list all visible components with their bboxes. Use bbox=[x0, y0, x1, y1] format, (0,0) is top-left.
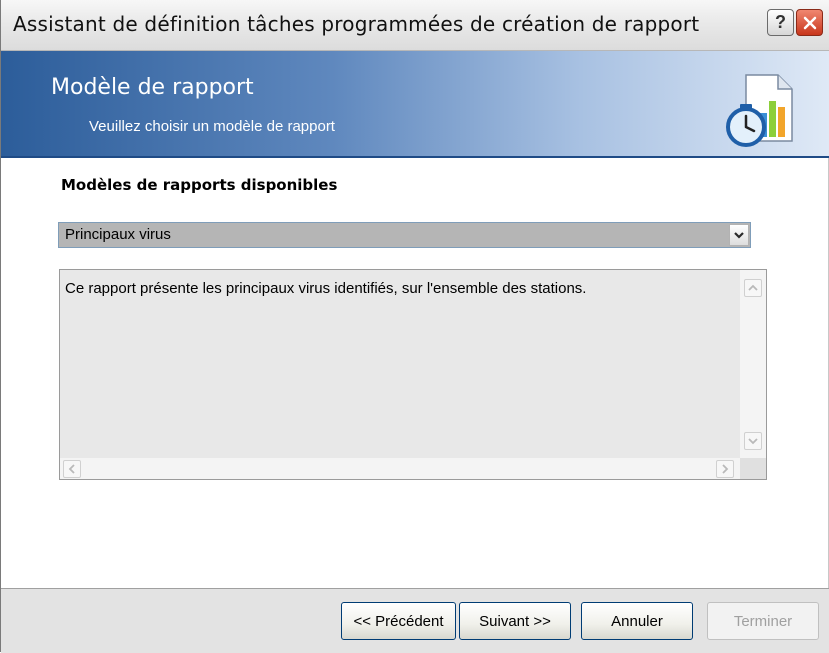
description-text-area: Ce rapport présente les principaux virus… bbox=[60, 270, 740, 458]
next-button[interactable]: Suivant >> bbox=[459, 602, 571, 640]
header-banner: Modèle de rapport Veuillez choisir un mo… bbox=[1, 51, 829, 158]
scroll-up-button[interactable] bbox=[744, 279, 762, 297]
horizontal-scrollbar[interactable] bbox=[60, 458, 740, 479]
chevron-right-icon bbox=[722, 464, 729, 474]
wizard-window: Assistant de définition tâches programmé… bbox=[0, 0, 829, 653]
cancel-button[interactable]: Annuler bbox=[581, 602, 693, 640]
page-title: Modèle de rapport bbox=[51, 75, 254, 100]
chevron-left-icon bbox=[68, 464, 75, 474]
scroll-right-button[interactable] bbox=[716, 460, 734, 478]
report-description[interactable]: Ce rapport présente les principaux virus… bbox=[59, 269, 767, 480]
scroll-left-button[interactable] bbox=[63, 460, 81, 478]
close-icon bbox=[803, 16, 816, 29]
chevron-up-icon bbox=[748, 284, 758, 291]
help-button[interactable]: ? bbox=[767, 9, 794, 36]
window-title: Assistant de définition tâches programmé… bbox=[13, 12, 700, 36]
help-icon: ? bbox=[775, 12, 786, 32]
dropdown-button[interactable] bbox=[729, 224, 749, 246]
page-subtitle: Veuillez choisir un modèle de rapport bbox=[89, 118, 335, 135]
description-text: Ce rapport présente les principaux virus… bbox=[65, 280, 587, 297]
scroll-down-button[interactable] bbox=[744, 432, 762, 450]
vertical-scrollbar[interactable] bbox=[740, 270, 766, 458]
finish-button[interactable]: Terminer bbox=[707, 602, 819, 640]
scheduled-report-icon bbox=[726, 74, 793, 147]
close-button[interactable] bbox=[796, 9, 823, 36]
templates-label: Modèles de rapports disponibles bbox=[61, 176, 338, 194]
selected-template: Principaux virus bbox=[65, 226, 171, 243]
button-bar: << Précédent Suivant >> Annuler Terminer bbox=[1, 588, 829, 653]
chevron-down-icon bbox=[734, 232, 744, 239]
chevron-down-icon bbox=[748, 438, 758, 445]
previous-button[interactable]: << Précédent bbox=[341, 602, 456, 640]
title-bar[interactable]: Assistant de définition tâches programmé… bbox=[1, 0, 829, 51]
scroll-corner bbox=[740, 458, 766, 479]
report-template-select[interactable]: Principaux virus bbox=[58, 222, 751, 248]
